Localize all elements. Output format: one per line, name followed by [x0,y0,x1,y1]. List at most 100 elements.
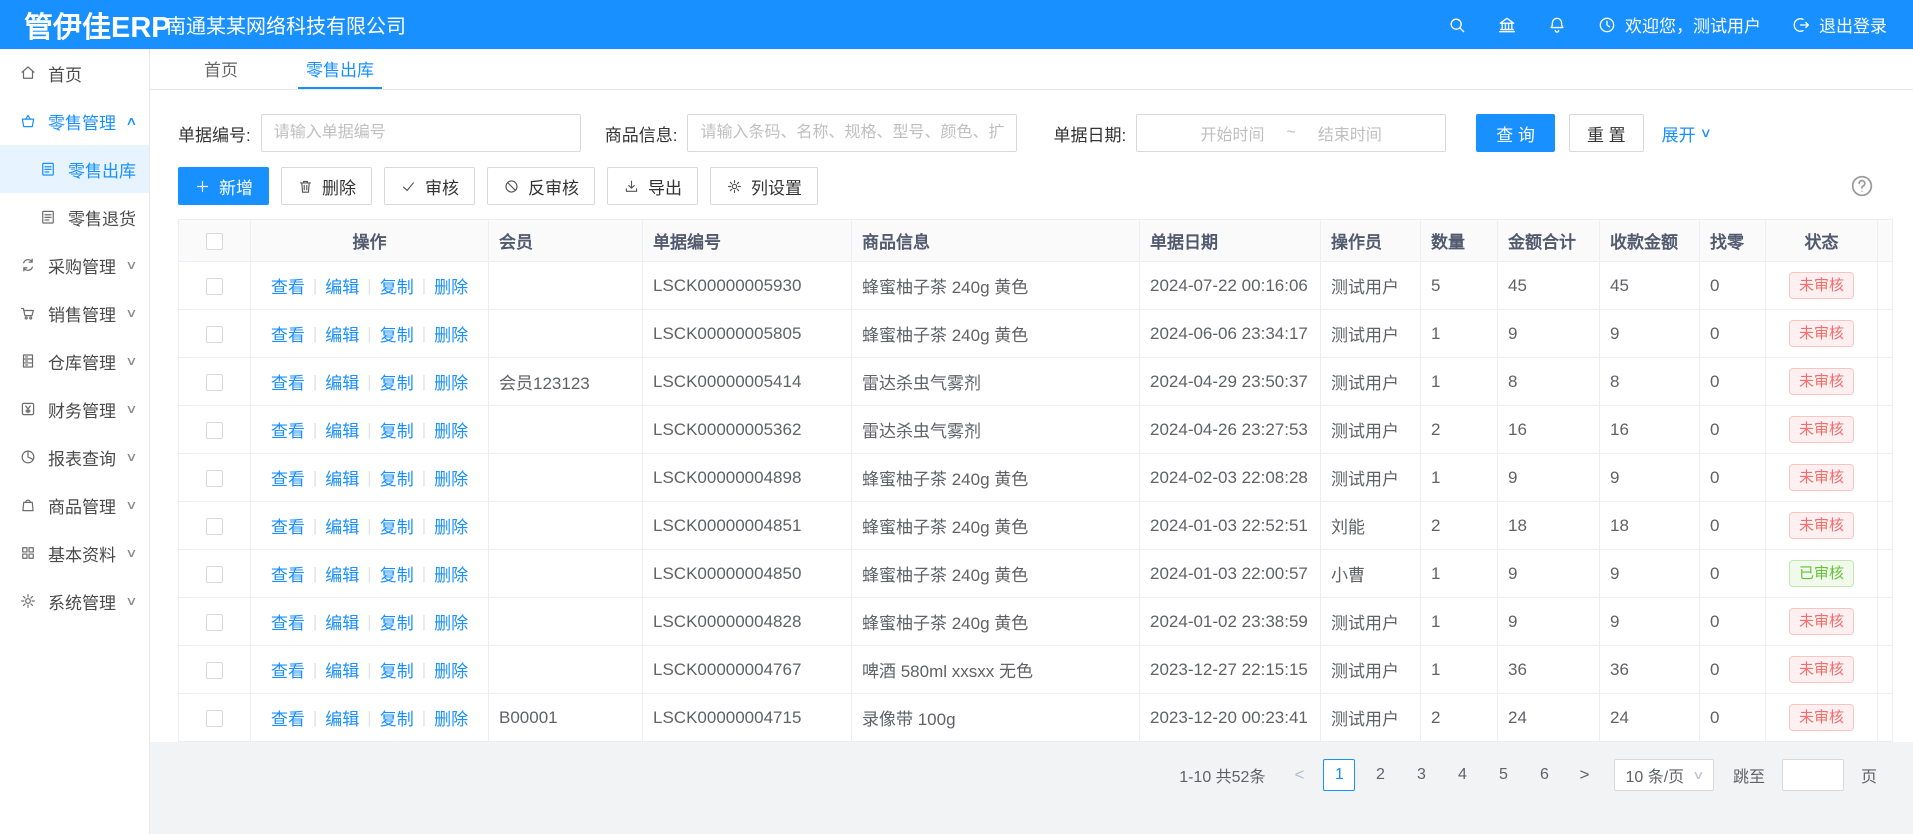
row-checkbox[interactable] [206,662,223,679]
delete-link[interactable]: 删除 [432,369,470,394]
copy-link[interactable]: 复制 [378,561,416,586]
sidebar-item-home[interactable]: 首页 [0,49,149,97]
copy-link[interactable]: 复制 [378,705,416,730]
tab-零售出库[interactable]: 零售出库 [298,49,382,89]
row-checkbox[interactable] [206,566,223,583]
row-checkbox[interactable] [206,422,223,439]
sidebar-item-system-mgmt[interactable]: 系统管理∨ [0,577,149,625]
help-icon[interactable] [1849,173,1875,199]
copy-link[interactable]: 复制 [378,273,416,298]
sidebar-item-basic-data[interactable]: 基本资料∨ [0,529,149,577]
delete-link[interactable]: 删除 [432,609,470,634]
sidebar-item-retail-outbound[interactable]: 零售出库 [0,145,149,193]
goods-info-input[interactable] [687,114,1017,152]
reset-button[interactable]: 重 置 [1569,114,1644,152]
prev-page-button[interactable]: < [1284,760,1314,790]
page-number-3[interactable]: 3 [1405,759,1437,791]
row-checkbox[interactable] [206,326,223,343]
page-number-4[interactable]: 4 [1446,759,1478,791]
view-link[interactable]: 查看 [269,465,307,490]
view-link[interactable]: 查看 [269,273,307,298]
notification-bell-icon[interactable] [1547,15,1567,35]
edit-link[interactable]: 编辑 [323,561,361,586]
row-checkbox[interactable] [206,470,223,487]
logout-button[interactable]: 退出登录 [1791,12,1887,37]
delete-link[interactable]: 删除 [432,561,470,586]
tab-首页[interactable]: 首页 [196,49,246,89]
row-checkbox[interactable] [206,374,223,391]
copy-link[interactable]: 复制 [378,609,416,634]
row-checkbox[interactable] [206,710,223,727]
divider: | [313,564,317,584]
select-all-checkbox[interactable] [206,233,223,250]
edit-link[interactable]: 编辑 [323,513,361,538]
edit-link[interactable]: 编辑 [323,321,361,346]
page-number-6[interactable]: 6 [1528,759,1560,791]
row-checkbox[interactable] [206,518,223,535]
welcome-user[interactable]: 欢迎您，测试用户 [1597,12,1761,37]
copy-link[interactable]: 复制 [378,657,416,682]
bank-icon[interactable] [1497,15,1517,35]
sidebar-item-report-query[interactable]: 报表查询∨ [0,433,149,481]
jump-page-input[interactable] [1782,759,1844,791]
view-link[interactable]: 查看 [269,513,307,538]
edit-link[interactable]: 编辑 [323,705,361,730]
next-page-button[interactable]: > [1569,760,1599,790]
page-size-select[interactable]: 10 条/页 ∨ [1614,759,1714,791]
delete-link[interactable]: 删除 [432,417,470,442]
sidebar-item-retail-mgmt[interactable]: 零售管理∧ [0,97,149,145]
edit-link[interactable]: 编辑 [323,465,361,490]
page-number-5[interactable]: 5 [1487,759,1519,791]
member-cell: B00001 [489,694,643,742]
date-range-input[interactable]: 开始时间 ~ 结束时间 [1136,114,1446,152]
goods-cell: 雷达杀虫气雾剂 [852,406,1140,454]
copy-link[interactable]: 复制 [378,417,416,442]
copy-link[interactable]: 复制 [378,369,416,394]
bill-no-cell: LSCK00000004850 [643,550,852,598]
page-number-2[interactable]: 2 [1364,759,1396,791]
sidebar-item-warehouse-mgmt[interactable]: 仓库管理∨ [0,337,149,385]
delete-link[interactable]: 删除 [432,705,470,730]
edit-link[interactable]: 编辑 [323,369,361,394]
view-link[interactable]: 查看 [269,657,307,682]
gear-icon [726,178,743,195]
bill-no-input[interactable] [261,114,581,152]
copy-link[interactable]: 复制 [378,465,416,490]
delete-link[interactable]: 删除 [432,321,470,346]
date-cell: 2023-12-27 22:15:15 [1140,646,1321,694]
unaudit-button[interactable]: 反审核 [487,167,595,205]
sidebar-item-retail-return[interactable]: 零售退货 [0,193,149,241]
export-button[interactable]: 导出 [607,167,698,205]
view-link[interactable]: 查看 [269,609,307,634]
sidebar-item-goods-mgmt[interactable]: 商品管理∨ [0,481,149,529]
expand-link[interactable]: 展开 ∨ [1662,121,1711,146]
delete-link[interactable]: 删除 [432,657,470,682]
search-icon[interactable] [1447,15,1467,35]
delete-link[interactable]: 删除 [432,465,470,490]
copy-link[interactable]: 复制 [378,513,416,538]
search-button[interactable]: 查 询 [1476,114,1555,152]
edit-link[interactable]: 编辑 [323,273,361,298]
row-checkbox[interactable] [206,278,223,295]
row-checkbox[interactable] [206,614,223,631]
delete-button[interactable]: 删除 [281,167,372,205]
delete-link[interactable]: 删除 [432,513,470,538]
add-button[interactable]: 新增 [178,167,269,205]
edit-link[interactable]: 编辑 [323,417,361,442]
sidebar-item-purchase-mgmt[interactable]: 采购管理∨ [0,241,149,289]
audit-button[interactable]: 审核 [384,167,475,205]
sidebar-item-sales-mgmt[interactable]: 销售管理∨ [0,289,149,337]
sidebar-item-finance-mgmt[interactable]: 财务管理∨ [0,385,149,433]
view-link[interactable]: 查看 [269,369,307,394]
view-link[interactable]: 查看 [269,561,307,586]
view-link[interactable]: 查看 [269,417,307,442]
edit-link[interactable]: 编辑 [323,657,361,682]
edit-link[interactable]: 编辑 [323,609,361,634]
view-link[interactable]: 查看 [269,705,307,730]
delete-link[interactable]: 删除 [432,273,470,298]
view-link[interactable]: 查看 [269,321,307,346]
pagination: 1-10 共52条 < 123456 > 10 条/页 ∨ 跳至 页 [1179,759,1877,791]
page-number-1[interactable]: 1 [1323,759,1355,791]
column-settings-button[interactable]: 列设置 [710,167,818,205]
copy-link[interactable]: 复制 [378,321,416,346]
